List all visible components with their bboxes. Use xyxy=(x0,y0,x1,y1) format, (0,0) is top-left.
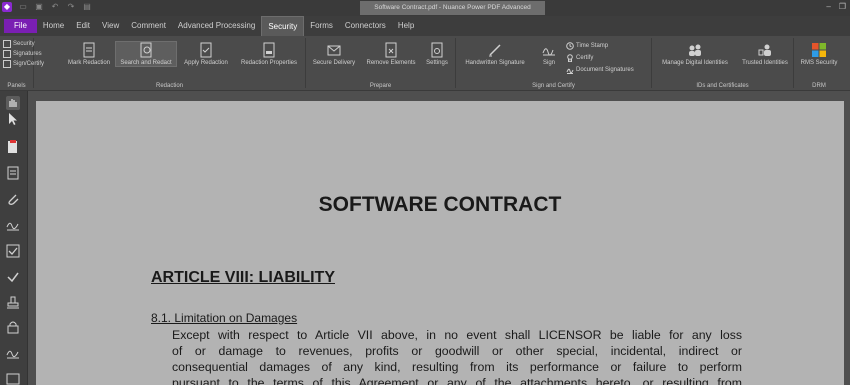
checkbox-icon xyxy=(3,50,11,58)
sign-certify-group-label: Sign and Certify xyxy=(532,83,575,89)
redaction-group: Mark Redaction Search and Redact Apply R… xyxy=(34,38,306,89)
sign-tool-icon[interactable] xyxy=(5,345,21,361)
sign-button[interactable]: Sign xyxy=(538,42,560,66)
prepare-group: Secure Delivery Remove Elements Settings… xyxy=(306,38,456,89)
redaction-group-label: Redaction xyxy=(155,83,184,89)
pages-icon[interactable] xyxy=(5,139,21,155)
menu-bar: File Home Edit View Comment Advanced Pro… xyxy=(0,16,850,36)
tab-advanced-processing[interactable]: Advanced Processing xyxy=(172,16,261,36)
tab-file[interactable]: File xyxy=(4,19,37,33)
checkbox-icon xyxy=(3,60,11,68)
document-view[interactable]: SOFTWARE CONTRACT ARTICLE VIII: LIABILIT… xyxy=(28,91,850,385)
ids-certificates-group: Manage Digital Identities Trusted Identi… xyxy=(652,38,794,89)
body-line: of or damage to revenues, profits or goo… xyxy=(172,344,742,358)
article-heading: ARTICLE VIII: LIABILITY xyxy=(151,269,335,286)
document-icon[interactable] xyxy=(5,165,21,181)
ribbon: Security Signatures Sign/Certify Panels … xyxy=(0,36,850,91)
body-paragraph: Except with respect to Article VII above… xyxy=(172,327,742,385)
app-logo-icon: ◆ xyxy=(2,2,12,12)
document-title: SOFTWARE CONTRACT xyxy=(318,193,562,216)
secure-delivery-icon xyxy=(327,45,341,56)
mark-redaction-button[interactable]: Mark Redaction xyxy=(64,42,114,66)
window-controls: – ❐ xyxy=(826,2,846,11)
left-toolbar xyxy=(0,91,28,385)
pdf-page: SOFTWARE CONTRACT ARTICLE VIII: LIABILIT… xyxy=(36,101,844,385)
checkmark-icon[interactable] xyxy=(5,269,21,285)
rms-security-button[interactable]: RMS Security xyxy=(796,42,842,66)
hand-tool-icon[interactable] xyxy=(5,95,21,111)
customize-icon[interactable]: ▤ xyxy=(82,2,92,12)
trusted-identities-button[interactable]: Trusted Identities xyxy=(738,42,792,66)
stamp-icon[interactable] xyxy=(5,295,21,311)
handwritten-signature-button[interactable]: Handwritten Signature xyxy=(460,42,530,66)
restore-icon[interactable]: ❐ xyxy=(839,2,846,11)
settings-icon xyxy=(431,42,443,58)
trusted-user-icon xyxy=(758,44,771,56)
title-bar: ◆ ▭ ▣ ↶ ↷ ▤ Software Contract.pdf - Nuan… xyxy=(0,0,850,16)
attachment-icon[interactable] xyxy=(5,191,21,207)
remove-elements-button[interactable]: Remove Elements xyxy=(362,42,420,66)
time-stamp-button[interactable]: Time Stamp xyxy=(566,42,608,50)
window-title: Software Contract.pdf - Nuance Power PDF… xyxy=(360,1,545,15)
search-redact-icon xyxy=(140,42,152,58)
quick-access-toolbar: ◆ ▭ ▣ ↶ ↷ ▤ xyxy=(2,2,92,12)
signature-icon xyxy=(542,48,555,56)
secure-delivery-button[interactable]: Secure Delivery xyxy=(309,42,359,66)
manage-digital-identities-button[interactable]: Manage Digital Identities xyxy=(654,42,736,66)
apply-redaction-button[interactable]: Apply Redaction xyxy=(180,42,232,66)
select-pointer-icon[interactable] xyxy=(5,111,21,127)
open-icon[interactable]: ▭ xyxy=(18,2,28,12)
save-icon[interactable]: ▣ xyxy=(34,2,44,12)
minimize-icon[interactable]: – xyxy=(826,2,830,11)
sign-certify-group: Handwritten Signature Sign Time Stamp Ce… xyxy=(456,38,652,89)
ids-group-label: IDs and Certificates xyxy=(696,83,749,89)
tab-security[interactable]: Security xyxy=(261,16,305,36)
checklist-icon[interactable] xyxy=(5,243,21,259)
drm-group-label: DRM xyxy=(812,83,826,89)
pen-icon xyxy=(489,44,501,57)
drm-group: RMS Security DRM xyxy=(794,38,844,89)
section-heading: 8.1. Limitation on Damages xyxy=(151,311,298,325)
signatures-panel-icon[interactable] xyxy=(5,217,21,233)
mark-redaction-icon xyxy=(83,42,95,58)
certify-button[interactable]: Certify xyxy=(566,54,593,62)
app-window: ◆ ▭ ▣ ↶ ↷ ▤ Software Contract.pdf - Nuan… xyxy=(0,0,850,385)
tab-connectors[interactable]: Connectors xyxy=(339,16,392,36)
clock-icon xyxy=(566,42,574,50)
ribbon-badge-icon xyxy=(567,54,573,62)
tab-edit[interactable]: Edit xyxy=(70,16,96,36)
remove-elements-icon xyxy=(385,42,397,58)
tab-comment[interactable]: Comment xyxy=(125,16,172,36)
lock-icon[interactable] xyxy=(5,319,21,335)
document-signatures-button[interactable]: Document Signatures xyxy=(566,66,634,74)
tab-view[interactable]: View xyxy=(96,16,125,36)
undo-icon[interactable]: ↶ xyxy=(50,2,60,12)
tab-help[interactable]: Help xyxy=(392,16,420,36)
settings-button[interactable]: Settings xyxy=(422,42,452,66)
search-and-redact-button[interactable]: Search and Redact xyxy=(115,41,177,67)
users-icon xyxy=(689,44,701,56)
redo-icon[interactable]: ↷ xyxy=(66,2,76,12)
panel-security-label: Security xyxy=(13,41,35,47)
image-icon[interactable] xyxy=(5,371,21,385)
redaction-properties-icon xyxy=(263,42,275,58)
body-line: consequential damages of any kind, resul… xyxy=(172,360,742,374)
panels-group-label: Panels xyxy=(7,83,26,89)
redaction-properties-button[interactable]: Redaction Properties xyxy=(236,42,302,66)
prepare-group-label: Prepare xyxy=(369,83,392,89)
panel-security-toggle[interactable]: Security xyxy=(3,40,35,48)
apply-redaction-icon xyxy=(200,42,212,58)
checkbox-icon xyxy=(3,40,11,48)
tab-forms[interactable]: Forms xyxy=(304,16,339,36)
document-signature-icon xyxy=(566,68,574,74)
tab-home[interactable]: Home xyxy=(37,16,70,36)
rms-logo-icon xyxy=(812,43,826,57)
body-line: Except with respect to Article VII above… xyxy=(172,328,742,342)
panels-group: Security Signatures Sign/Certify Panels xyxy=(0,38,44,89)
body-line: pursuant to the terms of this Agreement … xyxy=(172,376,742,385)
